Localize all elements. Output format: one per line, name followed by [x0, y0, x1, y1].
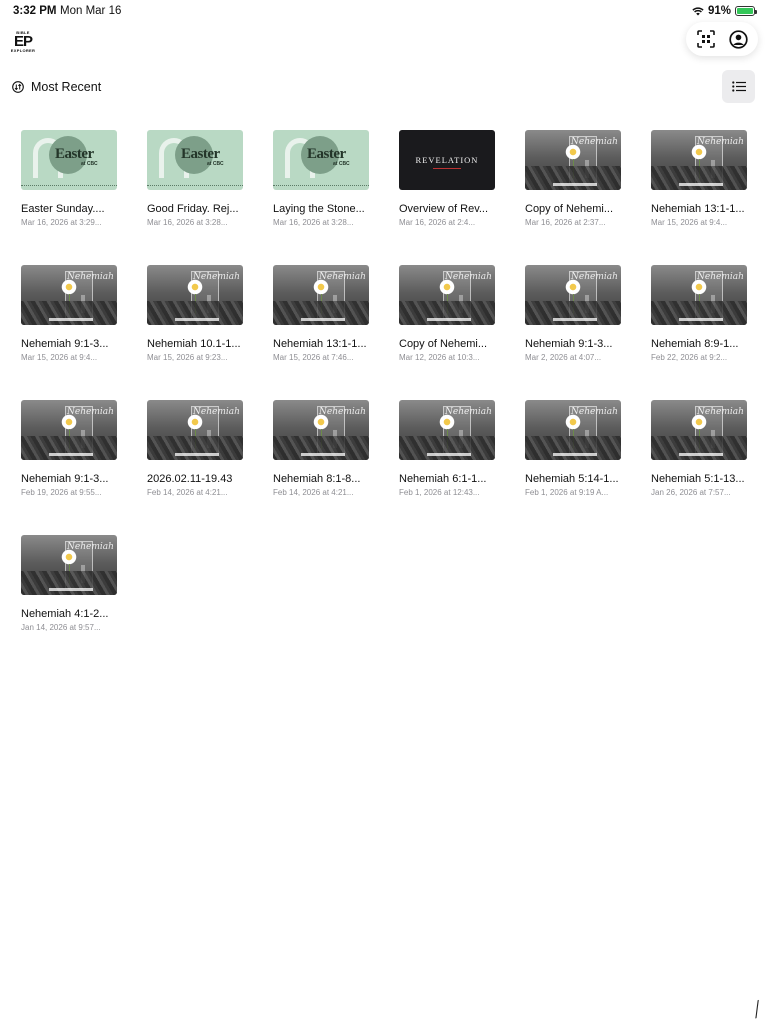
- document-date: Feb 19, 2026 at 9:55...: [21, 488, 102, 497]
- document-date: Mar 16, 2026 at 3:28...: [147, 218, 228, 227]
- app-logo[interactable]: BIBLE EP EXPLORER: [9, 27, 37, 55]
- document-date: Mar 16, 2026 at 3:29...: [21, 218, 102, 227]
- document-title: Nehemiah 8:1-8...: [273, 473, 361, 485]
- document-title: Nehemiah 13:1-1...: [273, 338, 367, 350]
- document-card[interactable]: Nehemiah Nehemiah 8:1-8... Feb 14, 2026 at…: [273, 400, 369, 517]
- scan-icon: [697, 30, 715, 48]
- document-date: Mar 16, 2026 at 2:37...: [525, 218, 606, 227]
- thumbnail: Nehemiah: [651, 130, 747, 190]
- document-title: Nehemiah 9:1-3...: [21, 338, 109, 350]
- top-right-toolbar: [686, 22, 758, 56]
- document-card[interactable]: Easter at CBC Easter Sunday.... Mar 16, 202…: [21, 130, 117, 247]
- thumbnail: Nehemiah: [399, 400, 495, 460]
- document-date: Mar 2, 2026 at 4:07...: [525, 353, 602, 362]
- document-date: Mar 15, 2026 at 9:4...: [651, 218, 728, 227]
- scan-button[interactable]: [694, 27, 718, 51]
- account-icon: [728, 29, 748, 49]
- document-date: Mar 15, 2026 at 9:23...: [147, 353, 228, 362]
- document-date: Mar 16, 2026 at 2:4...: [399, 218, 476, 227]
- document-date: Feb 1, 2026 at 9:19 A...: [525, 488, 609, 497]
- document-title: Overview of Rev...: [399, 203, 489, 215]
- status-right: 91%: [692, 5, 757, 17]
- document-date: Jan 26, 2026 at 7:57...: [651, 488, 731, 497]
- thumbnail: Nehemiah: [273, 400, 369, 460]
- thumbnail: Nehemiah: [21, 265, 117, 325]
- document-card[interactable]: Nehemiah Nehemiah 8:9-1... Feb 22, 2026 at…: [651, 265, 747, 382]
- document-date: Mar 15, 2026 at 9:4...: [21, 353, 98, 362]
- thumbnail: Nehemiah: [525, 265, 621, 325]
- list-view-button[interactable]: [722, 70, 755, 103]
- sort-icon: [12, 81, 24, 93]
- list-icon: [731, 81, 746, 92]
- document-card[interactable]: Nehemiah Nehemiah 5:14-1... Feb 1, 2026 at…: [525, 400, 621, 517]
- document-title: Copy of Nehemi...: [525, 203, 614, 215]
- document-grid: Easter at CBC Easter Sunday.... Mar 16, 202…: [21, 130, 761, 652]
- document-date: Feb 14, 2026 at 4:21...: [273, 488, 354, 497]
- thumbnail-revelation-word: REVELATION: [415, 155, 479, 165]
- thumbnail: Nehemiah: [273, 265, 369, 325]
- document-card[interactable]: Nehemiah Copy of Nehemi... Mar 16, 2026 at…: [525, 130, 621, 247]
- thumbnail: REVELATION: [399, 130, 495, 190]
- document-date: Feb 22, 2026 at 9:2...: [651, 353, 728, 362]
- account-button[interactable]: [726, 27, 750, 51]
- document-card[interactable]: REVELATION Overview of Rev... Mar 16, 2026…: [399, 130, 495, 247]
- document-card[interactable]: Nehemiah 2026.02.11-19.43 Feb 14, 2026 at …: [147, 400, 243, 517]
- document-title: Nehemiah 6:1-1...: [399, 473, 487, 485]
- sort-label: Most Recent: [31, 80, 102, 94]
- document-card[interactable]: Easter at CBC Good Friday. Rej... Mar 16, 2…: [147, 130, 243, 247]
- document-date: Feb 14, 2026 at 4:21...: [147, 488, 228, 497]
- document-date: Mar 15, 2026 at 7:46...: [273, 353, 354, 362]
- thumbnail: Easter at CBC: [21, 130, 117, 190]
- thumbnail: Easter at CBC: [273, 130, 369, 190]
- status-date: Mon Mar 16: [60, 5, 122, 17]
- thumbnail: Nehemiah: [525, 400, 621, 460]
- wifi-icon: [692, 7, 704, 16]
- document-title: Nehemiah 9:1-3...: [21, 473, 109, 485]
- document-title: Good Friday. Rej...: [147, 203, 239, 215]
- thumbnail: Nehemiah: [651, 265, 747, 325]
- document-card[interactable]: Nehemiah Nehemiah 6:1-1... Feb 1, 2026 at …: [399, 400, 495, 517]
- document-title: Nehemiah 10.1-1...: [147, 338, 241, 350]
- document-title: Nehemiah 5:1-13...: [651, 473, 745, 485]
- document-title: Nehemiah 13:1-1...: [651, 203, 745, 215]
- document-date: Mar 12, 2026 at 10:3...: [399, 353, 480, 362]
- document-date: Jan 14, 2026 at 9:57...: [21, 623, 101, 632]
- battery-percent: 91%: [707, 5, 731, 17]
- thumbnail: Nehemiah: [147, 400, 243, 460]
- document-date: Feb 1, 2026 at 12:43...: [399, 488, 480, 497]
- document-card[interactable]: Nehemiah Nehemiah 4:1-2... Jan 14, 2026 at…: [21, 535, 117, 652]
- sort-selector[interactable]: Most Recent: [12, 80, 101, 94]
- document-card[interactable]: Nehemiah Nehemiah 5:1-13... Jan 26, 2026 a…: [651, 400, 747, 517]
- document-card[interactable]: Nehemiah Nehemiah 9:1-3... Mar 15, 2026 at…: [21, 265, 117, 382]
- document-card[interactable]: Nehemiah Nehemiah 9:1-3... Mar 2, 2026 at …: [525, 265, 621, 382]
- thumbnail: Nehemiah: [147, 265, 243, 325]
- document-card[interactable]: Nehemiah Nehemiah 9:1-3... Feb 19, 2026 at…: [21, 400, 117, 517]
- document-title: Nehemiah 4:1-2...: [21, 608, 109, 620]
- status-time: 3:32 PM: [13, 5, 57, 17]
- document-title: Copy of Nehemi...: [399, 338, 488, 350]
- thumbnail: Nehemiah: [399, 265, 495, 325]
- thumbnail: Nehemiah: [651, 400, 747, 460]
- thumbnail: Easter at CBC: [147, 130, 243, 190]
- thumbnail: Nehemiah: [21, 400, 117, 460]
- document-title: Nehemiah 9:1-3...: [525, 338, 613, 350]
- document-title: 2026.02.11-19.43: [147, 473, 233, 485]
- document-title: Nehemiah 8:9-1...: [651, 338, 739, 350]
- document-title: Laying the Stone...: [273, 203, 365, 215]
- resize-handle-icon: ╱: [749, 1000, 764, 1018]
- thumbnail: Nehemiah: [525, 130, 621, 190]
- document-title: Easter Sunday....: [21, 203, 105, 215]
- document-card[interactable]: Nehemiah Copy of Nehemi... Mar 12, 2026 at…: [399, 265, 495, 382]
- battery-icon: [735, 6, 757, 16]
- thumbnail: Nehemiah: [21, 535, 117, 595]
- document-title: Nehemiah 5:14-1...: [525, 473, 619, 485]
- document-card[interactable]: Nehemiah Nehemiah 13:1-1... Mar 15, 2026 a…: [273, 265, 369, 382]
- document-date: Mar 16, 2026 at 3:28...: [273, 218, 354, 227]
- document-card[interactable]: Nehemiah Nehemiah 10.1-1... Mar 15, 2026 a…: [147, 265, 243, 382]
- document-card[interactable]: Easter at CBC Laying the Stone... Mar 16, 2…: [273, 130, 369, 247]
- document-card[interactable]: Nehemiah Nehemiah 13:1-1... Mar 15, 2026 a…: [651, 130, 747, 247]
- status-bar: 3:32 PM Mon Mar 16 91%: [0, 0, 767, 24]
